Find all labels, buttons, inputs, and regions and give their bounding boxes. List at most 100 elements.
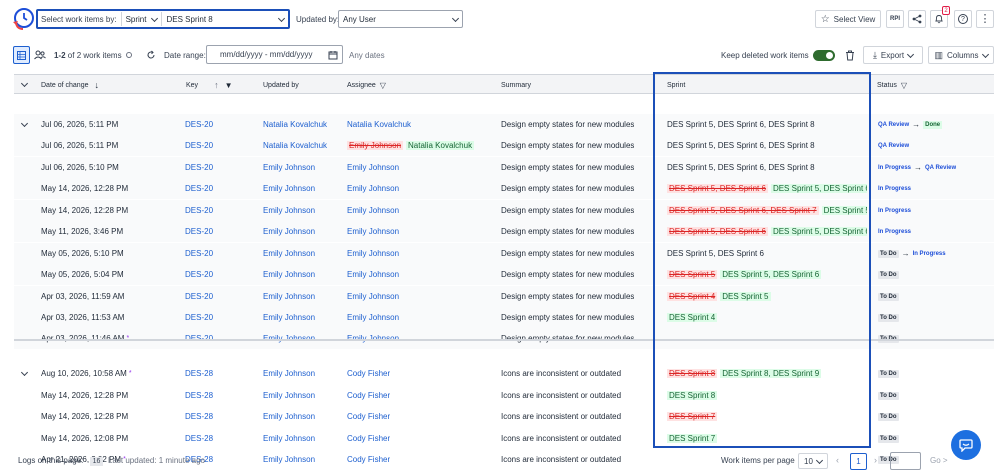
key-link[interactable]: DES-20 <box>185 243 213 264</box>
status-from: In Progress <box>878 164 912 171</box>
key-link[interactable]: DES-28 <box>185 363 213 384</box>
assignee-added[interactable]: Natalia Kovalchuk <box>406 141 475 150</box>
notifications-button[interactable]: 2 <box>930 6 950 28</box>
key-link[interactable]: DES-20 <box>185 286 213 307</box>
key-link[interactable]: DES-20 <box>185 307 213 328</box>
updated-by-link[interactable]: Emily Johnson <box>263 385 315 406</box>
assignee-link[interactable]: Emily Johnson <box>347 163 399 172</box>
column-assignee[interactable]: Assignee ▽ <box>347 75 386 95</box>
columns-button[interactable]: ▥ Columns <box>928 46 994 64</box>
select-type-value: Sprint <box>125 14 147 24</box>
sprint-added: DES Sprint 5, ... <box>821 206 867 215</box>
updated-by-link[interactable]: Emily Johnson <box>263 406 315 427</box>
updated-by-link[interactable]: Emily Johnson <box>263 157 315 178</box>
column-status[interactable]: Status ▽ <box>877 75 907 95</box>
assignee-link[interactable]: Emily Johnson <box>347 206 399 215</box>
page-number-input[interactable] <box>890 452 921 470</box>
assignee-link[interactable]: Emily Johnson <box>347 270 399 279</box>
sprint-removed: DES Sprint 8 <box>667 369 718 378</box>
export-button[interactable]: ⤓ Export <box>863 46 923 64</box>
assignee-link[interactable]: Emily Johnson <box>347 292 399 301</box>
summary-cell: Design empty states for new modules <box>501 184 635 193</box>
updated-by-link[interactable]: Emily Johnson <box>263 363 315 384</box>
prev-page-button[interactable]: ‹ <box>836 455 839 465</box>
assignee-link[interactable]: Emily Johnson <box>347 313 399 322</box>
columns-icon: ▥ <box>934 49 943 60</box>
key-link[interactable]: DES-20 <box>185 178 213 199</box>
column-summary[interactable]: Summary <box>501 75 531 95</box>
updated-by-link[interactable]: Emily Johnson <box>263 428 315 449</box>
rpi-button[interactable]: RPI <box>886 10 904 28</box>
delete-button[interactable] <box>842 46 857 64</box>
select-type-dropdown[interactable]: Sprint <box>120 12 163 26</box>
assignee-link[interactable]: Cody Fisher <box>347 391 390 400</box>
column-date[interactable]: Date of change ↓ <box>41 75 99 95</box>
sprint-cell: DES Sprint 4 DES Sprint 5 <box>667 286 867 307</box>
assignee-link[interactable]: Cody Fisher <box>347 412 390 421</box>
users-view-button[interactable] <box>34 44 46 66</box>
status-cell: To Do <box>878 385 899 406</box>
key-link[interactable]: DES-20 <box>185 114 213 135</box>
keep-deleted-toggle[interactable] <box>812 49 835 61</box>
collapse-all-icon[interactable] <box>20 79 29 88</box>
column-key[interactable]: Key ↑ ▼ <box>186 75 232 95</box>
status-from: To Do <box>878 412 899 421</box>
filter-icon[interactable]: ▽ <box>380 81 386 90</box>
updated-by-link[interactable]: Natalia Kovalchuk <box>263 114 327 135</box>
go-button[interactable]: Go > <box>930 456 948 465</box>
share-button[interactable] <box>908 10 926 28</box>
column-updated-by[interactable]: Updated by <box>263 75 299 95</box>
key-link[interactable]: DES-28 <box>185 406 213 427</box>
next-page-button[interactable]: › <box>874 455 877 465</box>
updated-by-value: Any User <box>343 14 376 24</box>
last-updated: Last updated: 1 minute ago <box>108 456 205 465</box>
key-link[interactable]: DES-20 <box>185 135 213 156</box>
calendar-icon[interactable] <box>328 50 338 60</box>
updated-by-link[interactable]: Emily Johnson <box>263 200 315 221</box>
key-link[interactable]: DES-20 <box>185 157 213 178</box>
filter-icon[interactable]: ▼ <box>225 81 233 90</box>
more-options-button[interactable]: ⋮ <box>976 10 994 28</box>
sprint-removed: DES Sprint 5, DES Sprint 6 <box>667 184 768 193</box>
sprint-dropdown[interactable]: DES Sprint 8 <box>162 12 288 26</box>
per-page-dropdown[interactable]: 10 <box>798 453 828 469</box>
assignee-link[interactable]: Emily Johnson <box>347 227 399 236</box>
date-value: Jul 06, 2026, 5:11 PM <box>41 120 119 129</box>
summary-cell: Design empty states for new modules <box>501 141 635 150</box>
key-link[interactable]: DES-20 <box>185 264 213 285</box>
updated-by-link[interactable]: Natalia Kovalchuk <box>263 135 327 156</box>
date-range-input[interactable]: mm/dd/yyyy - mm/dd/yyyy <box>206 45 343 64</box>
filter-icon[interactable]: ▽ <box>901 81 907 90</box>
key-link[interactable]: DES-28 <box>185 428 213 449</box>
assignee-link[interactable]: Cody Fisher <box>347 434 390 443</box>
updated-by-link[interactable]: Emily Johnson <box>263 178 315 199</box>
updated-by-link[interactable]: Emily Johnson <box>263 243 315 264</box>
assignee-link[interactable]: Emily Johnson <box>347 184 399 193</box>
updated-by-dropdown[interactable]: Any User <box>338 10 463 28</box>
page-button-current[interactable]: 1 <box>850 453 867 470</box>
key-link[interactable]: DES-20 <box>185 221 213 242</box>
column-status-label: Status <box>877 81 897 89</box>
list-view-button[interactable] <box>13 46 30 64</box>
updated-by-link[interactable]: Emily Johnson <box>263 264 315 285</box>
updated-by-link[interactable]: Emily Johnson <box>263 221 315 242</box>
chat-button[interactable] <box>951 430 981 460</box>
updated-by-link[interactable]: Emily Johnson <box>263 286 315 307</box>
users-icon <box>34 50 46 60</box>
assignee-link[interactable]: Emily Johnson <box>347 249 399 258</box>
assignee-link[interactable]: Cody Fisher <box>347 369 390 378</box>
refresh-button[interactable] <box>146 44 156 66</box>
status-to: QA Review <box>925 164 957 171</box>
collapse-group-icon[interactable] <box>20 368 29 377</box>
notification-count-badge: 2 <box>942 6 950 15</box>
column-sprint[interactable]: Sprint <box>667 75 685 95</box>
assignee-link[interactable]: Natalia Kovalchuk <box>347 120 411 129</box>
select-view-button[interactable]: ☆ Select View <box>815 10 881 28</box>
summary-cell: Design empty states for new modules <box>501 227 635 236</box>
info-icon[interactable] <box>125 52 132 58</box>
collapse-group-icon[interactable] <box>20 119 29 128</box>
help-button[interactable]: ? <box>954 10 972 28</box>
updated-by-link[interactable]: Emily Johnson <box>263 307 315 328</box>
key-link[interactable]: DES-28 <box>185 385 213 406</box>
key-link[interactable]: DES-20 <box>185 200 213 221</box>
